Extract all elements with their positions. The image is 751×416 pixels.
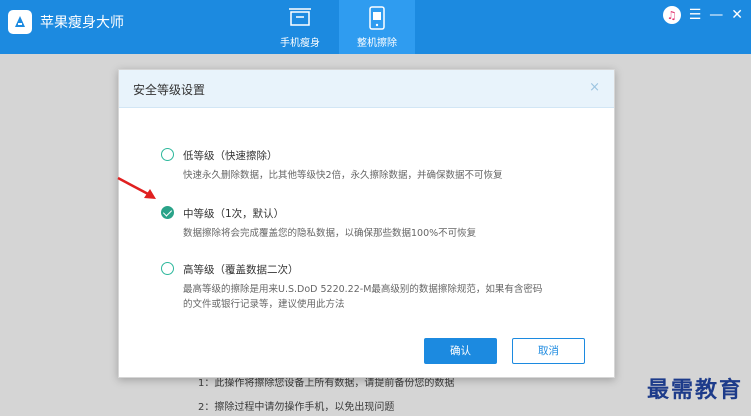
dialog-header: 安全等级设置 × xyxy=(119,70,614,108)
window-controls: ♫ ☰ — ✕ xyxy=(662,6,743,24)
security-level-dialog: 安全等级设置 × 低等级（快速擦除） 快速永久删除数据，比其他等级快2倍，永久擦… xyxy=(118,69,615,378)
option-desc-line1: 最高等级的擦除是用来U.S.DoD 5220.22-M最高级别的数据擦除规范，如… xyxy=(183,284,543,295)
phone-slim-icon xyxy=(288,6,312,31)
option-desc: 最高等级的擦除是用来U.S.DoD 5220.22-M最高级别的数据擦除规范，如… xyxy=(183,282,542,312)
option-desc: 数据擦除将会完成覆盖您的隐私数据，以确保那些数据100%不可恢复 xyxy=(183,228,477,239)
watermark: 最需教育 xyxy=(646,377,743,403)
confirm-button[interactable]: 确认 xyxy=(424,338,497,364)
dialog-title: 安全等级设置 xyxy=(133,83,206,97)
minimize-icon[interactable]: — xyxy=(709,6,723,24)
brand: 苹果瘦身大师 xyxy=(8,10,124,34)
option-title: 高等级（覆盖数据二次） xyxy=(183,264,299,276)
radio-low[interactable] xyxy=(161,148,174,161)
phone-erase-icon xyxy=(367,6,387,33)
cancel-button[interactable]: 取消 xyxy=(512,338,585,364)
top-bar: 苹果瘦身大师 手机瘦身 整机擦除 ♫ ☰ — ✕ xyxy=(0,0,751,54)
radio-high[interactable] xyxy=(161,262,174,275)
music-icon[interactable]: ♫ xyxy=(662,6,681,24)
tab-label: 整机擦除 xyxy=(357,38,397,49)
close-icon[interactable]: ✕ xyxy=(731,6,743,24)
radio-medium-checked[interactable] xyxy=(161,206,174,219)
tab-phone-erase[interactable]: 整机擦除 xyxy=(339,0,415,54)
option-desc-line2: 的文件或银行记录等，建议使用此方法 xyxy=(183,299,345,310)
menu-icon[interactable]: ☰ xyxy=(689,6,702,24)
tab-phone-slim[interactable]: 手机瘦身 xyxy=(262,0,338,54)
tab-label: 手机瘦身 xyxy=(280,38,320,49)
app-logo-icon xyxy=(8,10,32,34)
option-title: 中等级（1次，默认） xyxy=(183,208,285,220)
annotation-arrow-icon xyxy=(117,176,156,199)
option-desc: 快速永久删除数据，比其他等级快2倍，永久擦除数据，并确保数据不可恢复 xyxy=(183,170,503,181)
dialog-close-icon[interactable]: × xyxy=(589,80,600,95)
app-title: 苹果瘦身大师 xyxy=(40,15,124,31)
option-title: 低等级（快速擦除） xyxy=(183,150,278,162)
